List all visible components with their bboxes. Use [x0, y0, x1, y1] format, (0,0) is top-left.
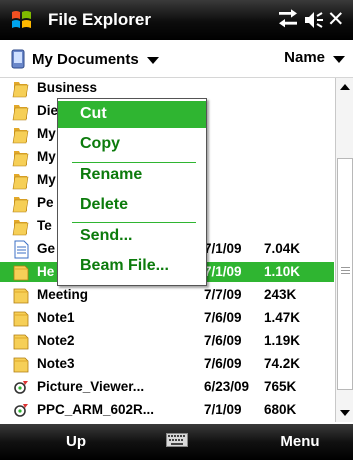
- list-item[interactable]: Note2 7/6/09 1.19K: [0, 331, 334, 351]
- note-icon: [13, 265, 29, 281]
- file-name: Picture_Viewer...: [37, 379, 145, 394]
- file-size: 1.10K: [264, 264, 301, 279]
- menu-item-label: Delete: [80, 196, 129, 213]
- file-date: 7/7/09: [204, 287, 242, 302]
- keyboard-icon[interactable]: [166, 433, 188, 447]
- file-size: 1.19K: [264, 333, 301, 348]
- file-name: My: [37, 126, 56, 141]
- file-size: 74.2K: [264, 356, 301, 371]
- file-date: 7/6/09: [204, 356, 242, 371]
- folder-dropdown[interactable]: My Documents: [10, 49, 159, 69]
- file-name: Pe: [37, 195, 54, 210]
- sort-label: Name: [284, 49, 325, 66]
- windows-start-icon[interactable]: [9, 7, 35, 33]
- file-date: 7/1/09: [204, 402, 242, 417]
- file-name: Ge: [37, 241, 56, 256]
- sort-dropdown[interactable]: Name: [284, 49, 345, 66]
- file-name: Note3: [37, 356, 75, 371]
- volume-icon[interactable]: [302, 8, 326, 32]
- file-date: 6/23/09: [204, 379, 250, 394]
- document-icon: [14, 240, 29, 259]
- program-icon: [14, 381, 28, 394]
- file-date: 7/1/09: [204, 241, 242, 256]
- connectivity-icon[interactable]: [275, 8, 301, 32]
- close-icon[interactable]: ✕: [327, 8, 347, 32]
- folder-icon: [12, 128, 29, 144]
- app-title: File Explorer: [48, 10, 151, 29]
- menu-item-label: Beam File...: [80, 257, 169, 274]
- folder-icon: [12, 151, 29, 167]
- scrollbar-thumb[interactable]: [337, 158, 353, 390]
- menu-item-label: Send...: [80, 227, 133, 244]
- menu-item-label: Rename: [80, 166, 143, 183]
- folder-icon: [12, 105, 29, 121]
- grip-line: [341, 267, 350, 268]
- folder-location-icon: [11, 49, 25, 69]
- list-item[interactable]: Picture_Viewer... 6/23/09 765K: [0, 377, 334, 397]
- softkey-menu[interactable]: Menu: [270, 433, 330, 450]
- folder-icon: [12, 174, 29, 190]
- file-name: Die: [37, 103, 59, 118]
- menu-item-beam-file[interactable]: Beam File...: [58, 253, 206, 280]
- file-name: Te: [37, 218, 52, 233]
- file-size: 1.47K: [264, 310, 301, 325]
- file-name: Business: [37, 80, 98, 95]
- softkey-bar: Up Menu: [0, 424, 353, 460]
- scroll-up-icon[interactable]: [336, 78, 353, 96]
- file-name: Meeting: [37, 287, 89, 302]
- list-item[interactable]: Business: [0, 78, 334, 98]
- folder-icon: [12, 82, 29, 98]
- chevron-down-icon: [146, 57, 159, 64]
- softkey-up[interactable]: Up: [56, 433, 96, 450]
- file-size: 243K: [264, 287, 297, 302]
- file-date: 7/6/09: [204, 333, 242, 348]
- menu-item-delete[interactable]: Delete: [58, 192, 206, 219]
- file-name: He: [37, 264, 55, 279]
- folder-icon: [12, 220, 29, 236]
- menu-item-label: Cut: [80, 105, 107, 122]
- list-item[interactable]: Meeting 7/7/09 243K: [0, 285, 334, 305]
- note-icon: [13, 357, 29, 373]
- menu-item-copy[interactable]: Copy: [58, 131, 206, 158]
- menu-item-send[interactable]: Send...: [58, 223, 206, 250]
- note-icon: [13, 288, 29, 304]
- list-item[interactable]: Note3 7/6/09 74.2K: [0, 354, 334, 374]
- menu-item-cut[interactable]: Cut: [58, 101, 206, 128]
- menu-item-rename[interactable]: Rename: [58, 162, 206, 189]
- grip-line: [341, 273, 350, 274]
- note-icon: [13, 311, 29, 327]
- menu-item-label: Copy: [80, 135, 120, 152]
- file-name: My: [37, 149, 56, 164]
- folder-label: My Documents: [32, 50, 139, 68]
- file-name: PPC_ARM_602R...: [37, 402, 155, 417]
- file-size: 765K: [264, 379, 297, 394]
- chevron-down-icon: [333, 55, 345, 63]
- folder-icon: [12, 197, 29, 213]
- grip-line: [341, 270, 350, 271]
- file-size: 680K: [264, 402, 297, 417]
- file-name: Note2: [37, 333, 75, 348]
- file-date: 7/1/09: [204, 264, 242, 279]
- scroll-down-icon[interactable]: [336, 404, 353, 422]
- file-name: Note1: [37, 310, 75, 325]
- program-icon: [14, 404, 28, 417]
- file-size: 7.04K: [264, 241, 301, 256]
- list-item[interactable]: PPC_ARM_602R... 7/1/09 680K: [0, 400, 334, 420]
- file-name: My: [37, 172, 56, 187]
- file-date: 7/6/09: [204, 310, 242, 325]
- list-item[interactable]: Note1 7/6/09 1.47K: [0, 308, 334, 328]
- context-menu: Cut Copy Rename Delete Send... Beam File…: [57, 98, 207, 286]
- title-bar: File Explorer ✕: [0, 0, 353, 40]
- folder-bar: My Documents Name: [0, 40, 353, 78]
- scrollbar[interactable]: [335, 78, 353, 422]
- note-icon: [13, 334, 29, 350]
